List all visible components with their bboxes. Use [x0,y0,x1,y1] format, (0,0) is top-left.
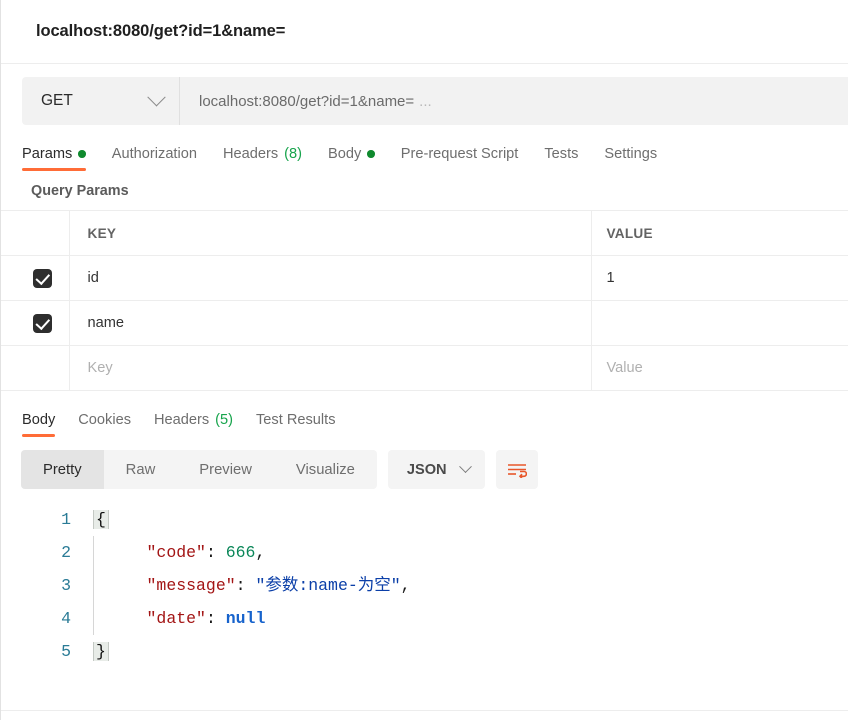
postman-request-pane: localhost:8080/get?id=1&name= GET localh… [0,0,848,720]
view-mode-pretty[interactable]: Pretty [21,450,104,489]
response-tab-cookies-label: Cookies [78,412,131,428]
column-header-value: VALUE [591,210,848,256]
code-line: 3 "message": "参数:name-为空", [1,569,848,602]
response-tab-test-results-label: Test Results [256,412,336,428]
indent-guide [93,602,94,635]
tab-body-label: Body [327,146,362,162]
tab-authorization[interactable]: Authorization [112,146,197,171]
response-body-code[interactable]: 1 { 2 "code": 666, 3 "message": "参数:name… [1,503,848,668]
row-key-text: id [87,270,99,286]
tab-params[interactable]: Params [22,146,86,171]
tab-headers[interactable]: Headers (8) [223,146,302,171]
code-line-text: "code": 666, [146,543,266,562]
modified-dot-icon [78,150,86,158]
http-method-select[interactable]: GET [22,77,180,125]
table-row: name [1,300,848,346]
request-title-bar: localhost:8080/get?id=1&name= [1,0,848,64]
tab-tests[interactable]: Tests [544,146,578,171]
view-mode-preview[interactable]: Preview [177,450,274,489]
row-checkbox-cell [1,300,70,346]
word-wrap-button[interactable] [495,450,538,489]
code-line-text: { [93,503,109,536]
page-title: localhost:8080/get?id=1&name= [36,22,286,40]
row-value-cell[interactable] [591,300,848,346]
tab-params-label: Params [22,146,73,162]
bottom-divider [1,710,848,711]
new-value-cell[interactable]: Value [591,345,848,391]
chevron-down-icon [458,460,472,474]
response-tab-headers-count: (5) [215,412,234,428]
response-toolbar: Pretty Raw Preview Visualize JSON [1,450,848,489]
view-mode-raw[interactable]: Raw [104,450,178,489]
code-line-text: "date": null [146,609,266,628]
code-line-text: "message": "参数:name-为空", [146,576,411,595]
chevron-down-icon [147,87,166,106]
row-value-text: 1 [606,270,615,286]
line-number: 4 [61,609,71,628]
response-tab-headers[interactable]: Headers (5) [154,412,233,437]
tab-body[interactable]: Body [328,146,375,171]
table-row: id 1 [1,255,848,301]
request-tabs: Params Authorization Headers (8) Body Pr… [1,139,848,171]
row-key-text: name [87,315,125,331]
url-input[interactable]: localhost:8080/get?id=1&name= ... [180,77,848,125]
tab-tests-label: Tests [544,146,579,162]
row-checkbox[interactable] [33,268,52,288]
code-line: 1 { [1,503,848,536]
fold-marker-open[interactable]: { [93,510,109,529]
url-ellipsis: ... [419,92,432,110]
row-checkbox[interactable] [33,313,52,333]
table-row-empty: Key Value [1,345,848,391]
new-key-placeholder: Key [87,360,113,376]
table-header-row: KEY VALUE [1,210,848,256]
row-value-cell[interactable]: 1 [591,255,848,301]
code-line: 5 } [1,635,848,668]
row-checkbox[interactable] [33,359,52,378]
new-value-placeholder: Value [606,360,643,376]
modified-dot-icon [367,150,375,158]
response-tab-test-results[interactable]: Test Results [256,412,335,437]
line-number: 1 [61,510,71,529]
response-tab-headers-label: Headers [154,412,210,428]
indent-guide [93,536,94,569]
response-tabs: Body Cookies Headers (5) Test Results [1,405,848,437]
tab-headers-label: Headers [222,146,279,162]
select-all-column [1,210,70,256]
column-header-key: KEY [69,210,592,256]
tab-headers-count: (8) [284,146,302,162]
line-number: 3 [61,576,71,595]
tab-settings-label: Settings [604,146,658,162]
tab-pre-request-script[interactable]: Pre-request Script [401,146,519,171]
line-number: 2 [61,543,71,562]
row-checkbox-cell [1,255,70,301]
http-method-label: GET [41,92,73,109]
response-tab-body-label: Body [22,412,56,428]
code-line-text: } [93,635,109,668]
query-params-table: KEY VALUE id 1 name Key Value [1,210,848,391]
tab-settings[interactable]: Settings [604,146,657,171]
response-format-label: JSON [406,461,447,478]
view-mode-visualize[interactable]: Visualize [274,450,377,489]
row-key-cell[interactable]: name [69,300,592,346]
response-format-select[interactable]: JSON [387,450,485,489]
tab-pre-request-script-label: Pre-request Script [400,146,519,162]
query-params-label: Query Params [31,183,129,199]
row-key-cell[interactable]: id [69,255,592,301]
fold-marker-close[interactable]: } [93,642,109,661]
tab-authorization-label: Authorization [111,146,197,162]
code-line: 4 "date": null [1,602,848,635]
new-key-cell[interactable]: Key [69,345,592,391]
url-text: localhost:8080/get?id=1&name= [199,92,415,110]
word-wrap-icon [507,463,527,478]
response-view-mode-group: Pretty Raw Preview Visualize [21,450,377,489]
row-checkbox-cell [1,345,70,391]
response-tab-body[interactable]: Body [22,412,56,437]
url-bar: GET localhost:8080/get?id=1&name= ... [22,77,848,125]
response-tab-cookies[interactable]: Cookies [78,412,131,437]
indent-guide [93,569,94,602]
line-number: 5 [61,642,71,661]
code-line: 2 "code": 666, [1,536,848,569]
